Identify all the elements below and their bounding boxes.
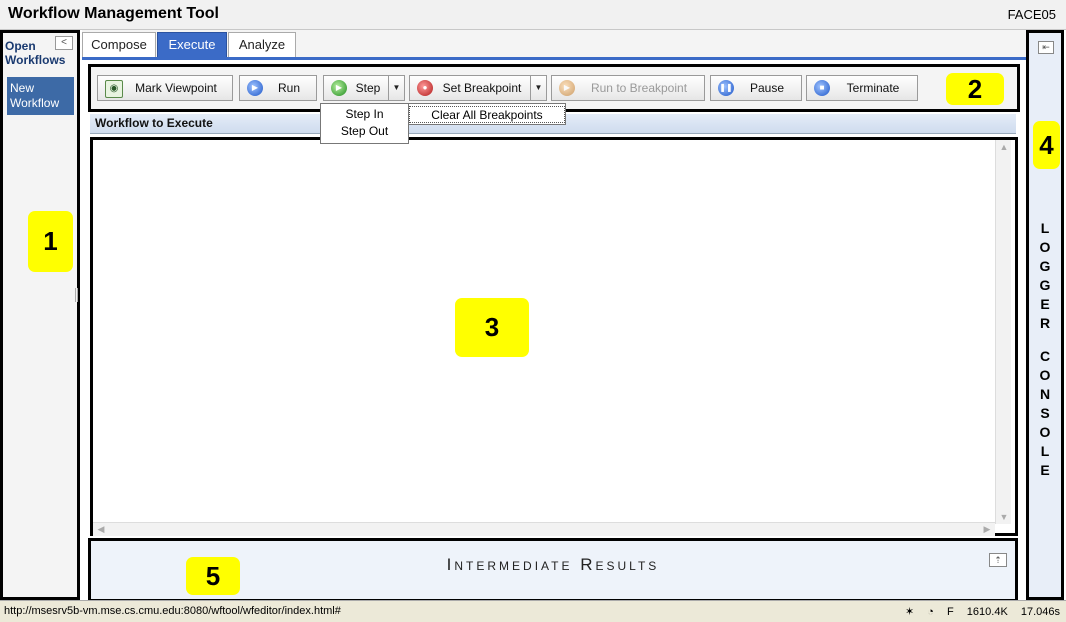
callout-1: 1 bbox=[28, 211, 73, 272]
workflow-canvas[interactable] bbox=[90, 137, 1018, 536]
chevron-down-icon[interactable]: ▼ bbox=[530, 76, 546, 100]
play-icon: ▶ bbox=[559, 80, 575, 96]
play-icon: ▶ bbox=[247, 80, 263, 96]
callout-4: 4 bbox=[1033, 121, 1060, 169]
status-indicator: F bbox=[947, 606, 954, 618]
status-memory: 1610.4K bbox=[966, 606, 1008, 618]
bug-icon: ✶ bbox=[905, 606, 915, 618]
collapse-logger-button[interactable]: ⇤ bbox=[1038, 41, 1054, 54]
collapse-left-icon: ⇤ bbox=[1042, 42, 1050, 52]
speedometer-icon: ◔ bbox=[927, 606, 934, 618]
pause-button[interactable]: ❚❚ Pause bbox=[710, 75, 802, 101]
stop-icon: ■ bbox=[814, 80, 830, 96]
scroll-up-icon[interactable]: ▲ bbox=[998, 142, 1010, 152]
chevron-down-icon[interactable]: ▼ bbox=[388, 76, 404, 100]
set-breakpoint-button[interactable]: ● Set Breakpoint ▼ bbox=[409, 75, 547, 101]
terminate-button[interactable]: ■ Terminate bbox=[806, 75, 918, 101]
status-indicators: ✶ ◔ F 1610.4K 17.046s bbox=[895, 605, 1060, 618]
mark-viewpoint-button[interactable]: ◉ Mark Viewpoint bbox=[97, 75, 233, 101]
user-id: FACE05 bbox=[1007, 7, 1056, 22]
callout-3: 3 bbox=[455, 298, 529, 357]
tab-underline bbox=[82, 57, 1026, 60]
horizontal-scrollbar[interactable]: ◀ ▶ bbox=[93, 522, 995, 536]
scroll-right-icon[interactable]: ▶ bbox=[981, 524, 993, 535]
step-button[interactable]: ▶ Step ▼ bbox=[323, 75, 405, 101]
step-dropdown-menu: Step In Step Out bbox=[320, 103, 409, 144]
console-label: CONSOLE bbox=[1039, 348, 1051, 478]
scroll-down-icon[interactable]: ▼ bbox=[998, 512, 1010, 522]
expand-results-button[interactable]: ⇡ bbox=[989, 553, 1007, 567]
status-time: 17.046s bbox=[1020, 606, 1060, 618]
eye-icon: ◉ bbox=[105, 80, 123, 98]
open-workflows-panel: Open Workflows < New Workflow bbox=[0, 30, 80, 600]
breakpoint-dropdown-menu: Clear All Breakpoints bbox=[408, 103, 566, 125]
tab-execute[interactable]: Execute bbox=[157, 32, 227, 57]
browser-status-bar: http://msesrv5b-vm.mse.cs.cmu.edu:8080/w… bbox=[0, 600, 1066, 622]
vertical-scrollbar[interactable]: ▲ ▼ bbox=[995, 140, 1011, 524]
chevron-left-icon: < bbox=[61, 37, 67, 48]
step-icon: ▶ bbox=[331, 80, 347, 96]
menu-item-step-out[interactable]: Step Out bbox=[321, 123, 408, 140]
title-bar: Workflow Management Tool FACE05 bbox=[0, 0, 1066, 30]
logger-label: LOGGER bbox=[1039, 220, 1051, 331]
sidebar-resize-handle[interactable] bbox=[75, 288, 78, 302]
tab-bar: Compose Execute Analyze bbox=[82, 30, 1026, 58]
sidebar-item-new-workflow[interactable]: New Workflow bbox=[7, 77, 74, 115]
menu-item-clear-all-breakpoints[interactable]: Clear All Breakpoints bbox=[409, 106, 565, 123]
callout-2: 2 bbox=[946, 73, 1004, 105]
tab-compose[interactable]: Compose bbox=[82, 32, 156, 57]
tab-analyze[interactable]: Analyze bbox=[228, 32, 296, 57]
app-title: Workflow Management Tool bbox=[8, 5, 219, 22]
breakpoint-icon: ● bbox=[417, 80, 433, 96]
callout-5: 5 bbox=[186, 557, 240, 595]
logger-console-panel: ⇤ LOGGER CONSOLE bbox=[1026, 30, 1064, 600]
run-button[interactable]: ▶ Run bbox=[239, 75, 317, 101]
collapse-up-icon: ⇡ bbox=[994, 555, 1002, 565]
pause-icon: ❚❚ bbox=[718, 80, 734, 96]
menu-item-step-in[interactable]: Step In bbox=[321, 106, 408, 123]
collapse-sidebar-button[interactable]: < bbox=[55, 36, 73, 50]
run-to-breakpoint-button[interactable]: ▶ Run to Breakpoint bbox=[551, 75, 705, 101]
scroll-left-icon[interactable]: ◀ bbox=[95, 524, 107, 535]
status-url: http://msesrv5b-vm.mse.cs.cmu.edu:8080/w… bbox=[4, 605, 341, 617]
